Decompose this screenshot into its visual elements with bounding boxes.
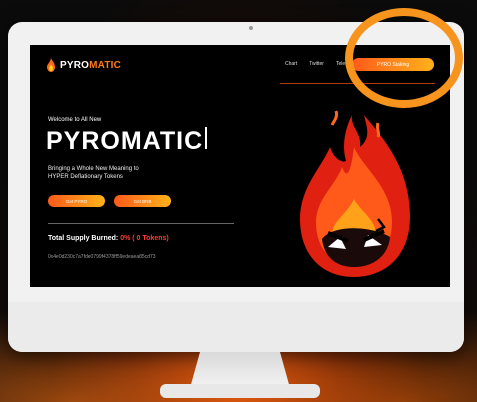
tagline-line-2: HYPER Deflationary Tokens [48, 174, 123, 180]
section-divider [48, 223, 234, 224]
supply-value: 0% ( 0 Tokens) [120, 235, 169, 242]
hero-tagline: Bringing a Whole New Meaning to HYPER De… [48, 165, 198, 181]
tagline-line-1: Bringing a Whole New Meaning to [48, 166, 139, 172]
text-cursor [205, 127, 208, 149]
nav-link-twitter[interactable]: Twitter [309, 61, 324, 67]
highlight-circle [345, 8, 463, 108]
logo-text: PYROMATIC [60, 60, 121, 71]
hero-title-text: PYROMATIC [46, 127, 204, 155]
angry-flame-mascot [300, 110, 410, 277]
supply-label: Total Supply Burned: [48, 235, 119, 242]
monitor-stand [190, 352, 290, 388]
hero-title: PYROMATIC [46, 127, 208, 156]
get-pyro-button[interactable]: Get PYRO [48, 195, 105, 207]
flame-icon [47, 58, 55, 72]
supply-burned: Total Supply Burned: 0% ( 0 Tokens) [48, 235, 169, 242]
logo-text-main: PYRO [60, 59, 90, 71]
nav-link-chart[interactable]: Chart [285, 61, 297, 67]
get-bnb-button[interactable]: Get BNB [114, 195, 171, 207]
logo[interactable]: PYROMATIC [46, 58, 121, 72]
hero-welcome: Welcome to All New [48, 117, 102, 123]
logo-text-accent: MATIC [89, 59, 122, 71]
monitor-chin [8, 302, 464, 352]
scene: PYROMATIC Chart Twitter Telegram PYRO St… [0, 0, 477, 402]
monitor-base [160, 384, 320, 398]
contract-address[interactable]: 0x4e0d230c7a7fde0799f4378ff59edeaea85cd7… [48, 254, 156, 260]
camera-dot [249, 26, 253, 30]
